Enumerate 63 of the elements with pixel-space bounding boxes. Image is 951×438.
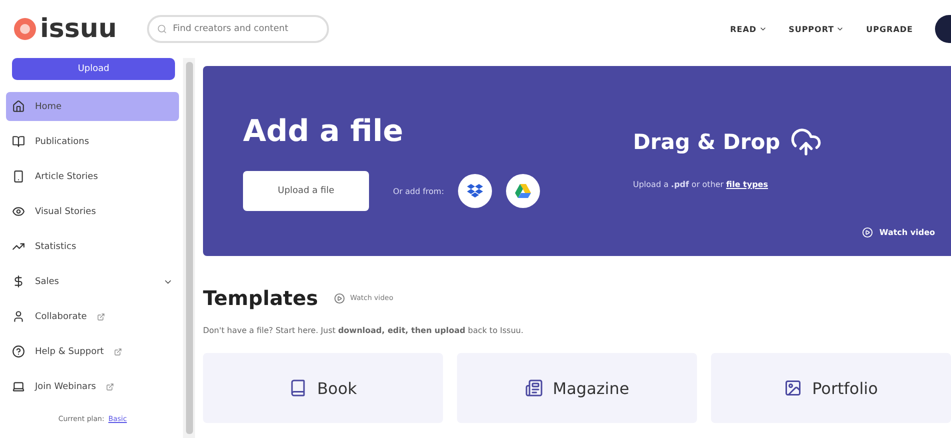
template-card[interactable]: Book — [203, 353, 443, 423]
upload-file-button[interactable]: Upload a file — [243, 171, 369, 211]
sidebar-label: Article Stories — [35, 172, 98, 182]
home-icon — [12, 100, 25, 113]
external-link-icon — [114, 348, 122, 356]
template-card[interactable]: Magazine — [457, 353, 697, 423]
upload-button[interactable]: Upload — [12, 58, 176, 80]
help-icon — [12, 345, 25, 358]
logo-icon — [14, 18, 36, 40]
sidebar-label: Statistics — [35, 242, 76, 252]
laptop-icon — [12, 380, 25, 393]
template-card[interactable]: Portfolio — [711, 353, 951, 423]
sidebar-item[interactable]: Visual Stories — [6, 197, 180, 226]
sidebar-item[interactable]: Article Stories — [6, 162, 180, 191]
book-icon — [12, 135, 25, 148]
sidebar-item[interactable]: Sales — [6, 267, 180, 296]
sidebar-item[interactable]: Join Webinars — [6, 372, 180, 401]
sidebar-item[interactable]: Home — [6, 92, 180, 121]
nav-link[interactable]: UPGRADE — [866, 24, 913, 34]
avatar[interactable] — [935, 15, 951, 43]
banner-title: Add a file — [243, 114, 404, 149]
logo-text: issuu — [40, 14, 117, 44]
caret-icon — [758, 25, 767, 33]
scrollbar[interactable] — [183, 58, 195, 438]
eye-icon — [12, 205, 25, 218]
drive-button[interactable] — [506, 174, 540, 208]
sidebar-item[interactable]: Help & Support — [6, 337, 180, 366]
dollar-icon — [12, 275, 25, 288]
cloud-upload-icon — [790, 126, 822, 158]
sidebar-label: Publications — [35, 136, 90, 146]
sidebar-item[interactable]: Publications — [6, 127, 180, 156]
external-link-icon — [106, 382, 114, 390]
sidebar-label: Home — [35, 102, 62, 112]
drag-drop-hint: Upload a .pdf or other — [633, 180, 724, 189]
search-icon — [156, 24, 167, 34]
sidebar-label: Sales — [35, 276, 59, 286]
book-icon — [289, 379, 308, 397]
sidebar-item[interactable]: Collaborate — [6, 302, 180, 331]
sidebar-label: Help & Support — [35, 346, 104, 356]
sidebar-item[interactable]: Statistics — [6, 232, 180, 261]
magazine-icon — [524, 379, 543, 397]
templates-description: Don't have a file? Start here. Just download, edit, then upload back to Issuu. — [203, 326, 524, 335]
templates-title: Templates — [203, 286, 318, 310]
box-icon — [467, 184, 484, 198]
nav-link[interactable]: SUPPORT — [788, 24, 844, 34]
add-from-label: Or add from: — [393, 186, 444, 196]
nav-link[interactable]: READ — [730, 24, 767, 34]
drag-drop-title: Drag & Drop — [633, 130, 780, 154]
watch-video-link[interactable]: Watch video — [862, 227, 935, 238]
play-icon — [862, 227, 874, 238]
sidebar-label: Collaborate — [35, 312, 87, 322]
search-field[interactable]: Find creators and content — [146, 15, 329, 43]
caret-icon — [836, 25, 844, 33]
dropbox-button[interactable] — [458, 174, 492, 208]
sidebar-label: Visual Stories — [35, 206, 96, 216]
triangle-icon — [515, 184, 532, 198]
external-link-icon — [96, 312, 105, 320]
file-types-link[interactable]: file types — [726, 180, 768, 189]
play-icon — [334, 292, 346, 304]
user-icon — [12, 310, 25, 323]
sidebar-label: Join Webinars — [35, 382, 96, 392]
phone-icon — [12, 170, 25, 183]
portfolio-icon — [784, 379, 802, 397]
